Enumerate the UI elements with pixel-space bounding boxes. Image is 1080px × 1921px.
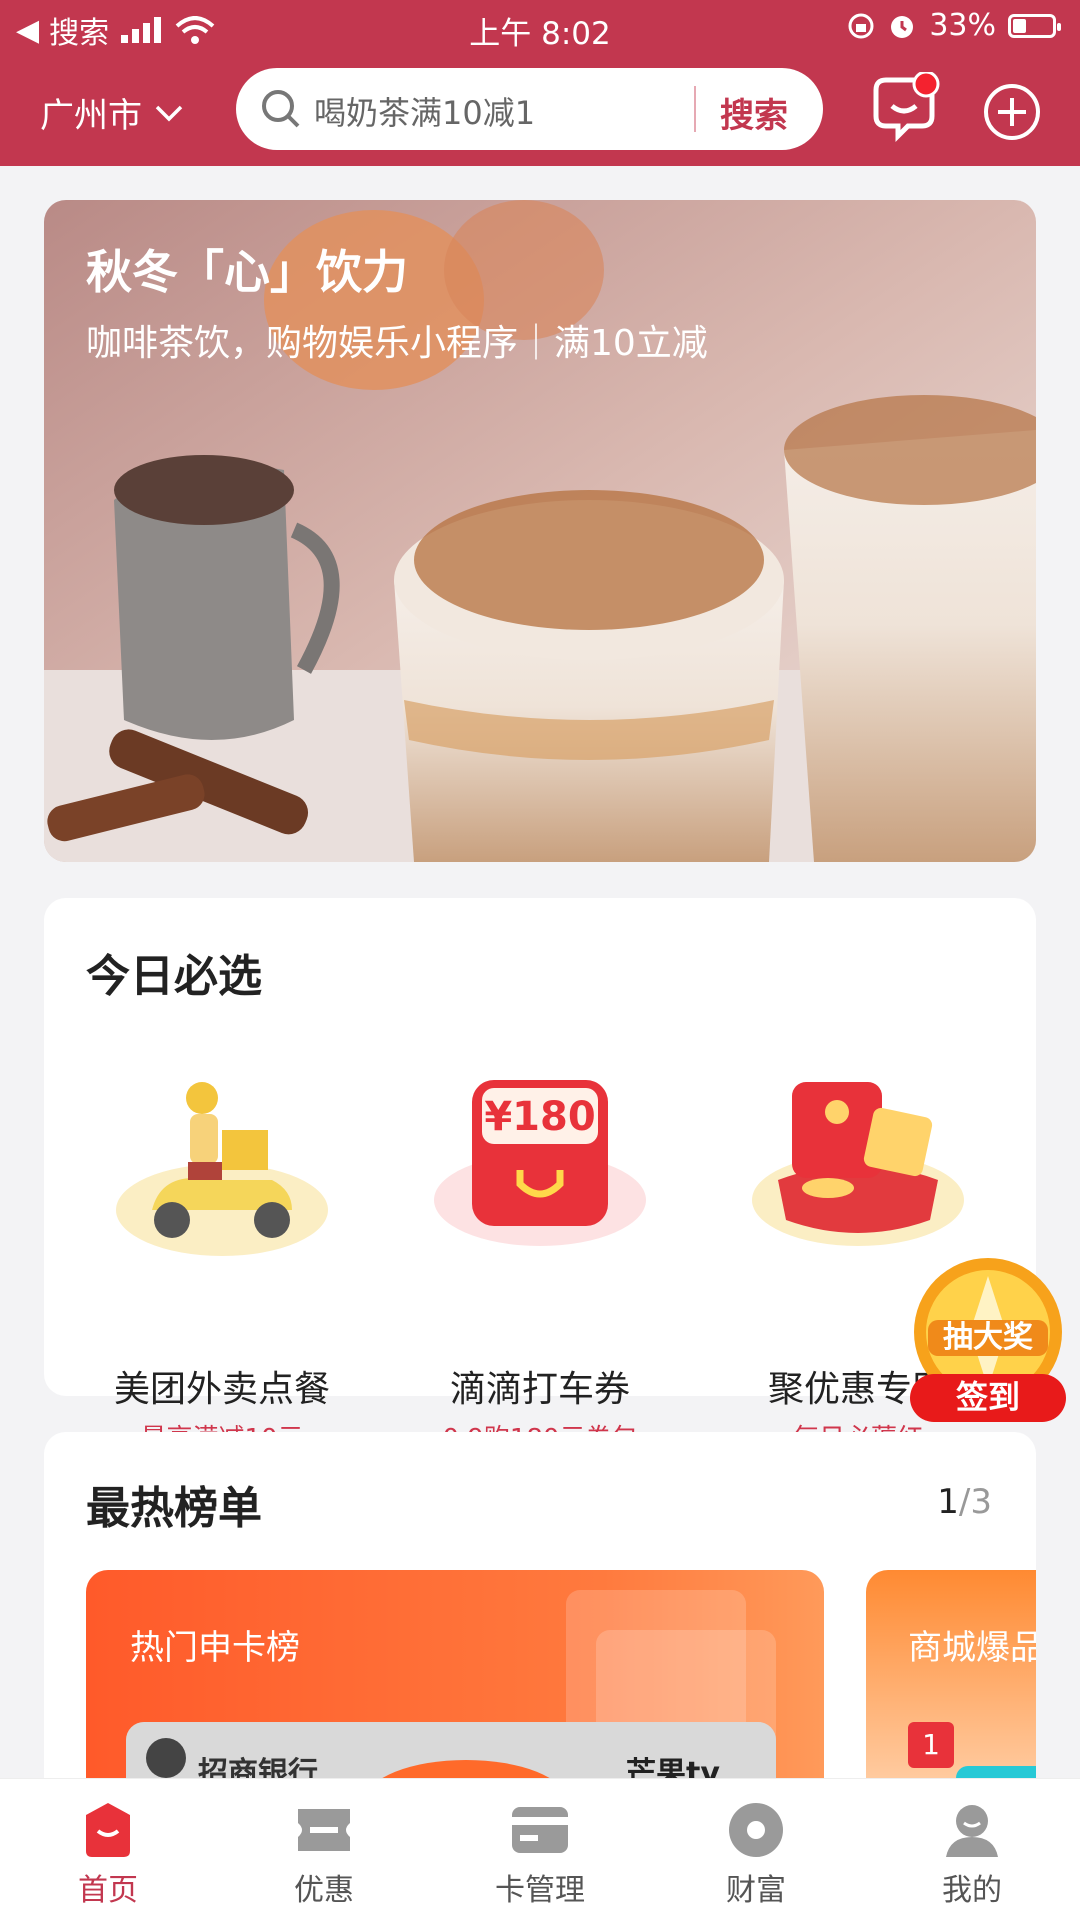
profile-icon <box>946 1805 998 1857</box>
search-input[interactable]: 喝奶茶满10减1 <box>314 88 535 134</box>
hot-list-heading: 最热榜单 <box>86 1483 262 1534</box>
status-bar: ◀ 搜索 上午 8:02 33% <box>0 0 1080 54</box>
tab-profile[interactable]: 我的 <box>864 1779 1080 1921</box>
battery-percent: 33% <box>929 8 996 43</box>
battery-icon <box>1008 13 1061 38</box>
wealth-icon <box>729 1803 783 1857</box>
tab-home[interactable]: 首页 <box>0 1779 216 1921</box>
tab-label: 卡管理 <box>495 1873 585 1908</box>
pick-name: 美团外卖点餐 <box>113 1369 330 1410</box>
promo-banner[interactable]: 秋冬「心」饮力 咖啡茶饮，购物娱乐小程序｜满10立减 <box>44 200 1036 862</box>
tab-label: 首页 <box>78 1873 138 1908</box>
today-picks-card: 今日必选 美团外卖点餐 最高满减10元 ¥180 滴滴打车券 0.9购180元券… <box>44 898 1036 1454</box>
tab-wealth[interactable]: 财富 <box>648 1779 864 1921</box>
status-right: 33% <box>847 8 1061 43</box>
rank-card-title: 商城爆品 <box>908 1628 1036 1668</box>
add-icon[interactable] <box>982 82 1042 142</box>
card-icon <box>512 1807 568 1853</box>
message-icon[interactable] <box>870 72 942 144</box>
search-icon <box>262 90 300 128</box>
red-envelope-coupon-icon: ¥180 <box>434 1080 646 1246</box>
tab-offers[interactable]: 优惠 <box>216 1779 432 1921</box>
pick-name: 滴滴打车券 <box>449 1369 630 1410</box>
battery-level <box>1013 18 1026 33</box>
pager-total: /3 <box>958 1482 992 1522</box>
hot-list-pager: 1/3 <box>937 1482 992 1522</box>
today-picks-heading: 今日必选 <box>86 951 262 1002</box>
gift-basket-icon <box>752 1082 964 1246</box>
rank-number-badge: 1 <box>908 1722 954 1768</box>
badge-top-text: 抽大奖 <box>943 1320 1033 1355</box>
rotation-lock-icon <box>848 13 874 38</box>
rank-card-title: 热门申卡榜 <box>130 1628 300 1668</box>
badge-bottom-text: 签到 <box>956 1378 1020 1416</box>
bottom-tab-bar: 首页 优惠 卡管理 财富 我的 <box>0 1778 1080 1921</box>
scooter-delivery-icon <box>116 1082 328 1256</box>
city-label: 广州市 <box>40 96 142 136</box>
pager-current: 1 <box>937 1482 959 1522</box>
search-divider <box>694 86 696 132</box>
tab-card-manage[interactable]: 卡管理 <box>432 1779 648 1921</box>
tab-label: 财富 <box>726 1873 786 1908</box>
search-bar[interactable]: 喝奶茶满10减1 搜索 <box>236 68 823 150</box>
top-header: ◀ 搜索 上午 8:02 33% 广州市 喝奶茶满10减1 搜索 <box>0 0 1080 166</box>
search-button[interactable]: 搜索 <box>720 88 788 137</box>
city-selector[interactable]: 广州市 <box>40 88 184 137</box>
lottery-checkin-badge[interactable]: 抽大奖 签到 <box>906 1256 1070 1424</box>
tab-label: 优惠 <box>294 1873 354 1908</box>
banner-title: 秋冬「心」饮力 <box>86 245 408 299</box>
coupon-amount: ¥180 <box>484 1094 595 1140</box>
chevron-down-icon <box>155 105 183 121</box>
banner-subtitle: 咖啡茶饮，购物娱乐小程序｜满10立减 <box>86 323 708 364</box>
home-icon <box>86 1803 130 1857</box>
tab-label: 我的 <box>942 1873 1002 1908</box>
ticket-icon <box>298 1809 350 1851</box>
alarm-icon <box>891 15 914 38</box>
